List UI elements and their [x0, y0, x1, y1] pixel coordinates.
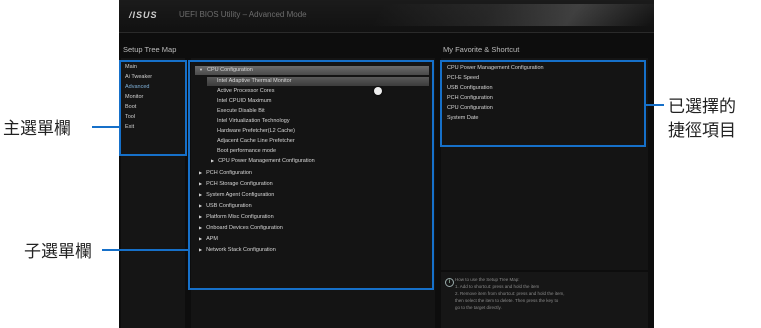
- setup-tree-map-label: Setup Tree Map: [123, 45, 177, 54]
- hint-line: 2. Remove item from shortcut: press and …: [455, 291, 565, 296]
- submenu-callout-label: 子選單欄: [24, 242, 92, 262]
- header-bar: /ISUS UEFI BIOS Utility – Advanced Mode: [119, 0, 654, 33]
- main-menu-callout-box: [119, 60, 187, 156]
- favorites-callout-box: [440, 60, 646, 147]
- favorites-label: My Favorite & Shortcut: [443, 45, 520, 54]
- favorites-callout-label-1: 已選擇的: [668, 97, 736, 117]
- app-title: UEFI BIOS Utility – Advanced Mode: [179, 10, 307, 19]
- info-icon: i: [445, 278, 454, 287]
- hint-line: 1. Add to shortcut: press and hold the i…: [455, 284, 540, 289]
- asus-logo: /ISUS: [129, 10, 158, 20]
- hint-line: How to use the Setup Tree Map:: [455, 277, 520, 282]
- main-menu-callout-line: [92, 126, 119, 128]
- favorites-callout-line: [646, 104, 664, 106]
- submenu-callout-box: [188, 60, 434, 290]
- hint-line: then select the item to delete. Then pre…: [455, 298, 559, 303]
- favorites-callout-label-2: 捷徑項目: [668, 121, 736, 141]
- header-decoration: [373, 4, 654, 26]
- hint-line: go to the target directly.: [455, 305, 502, 310]
- submenu-callout-line: [102, 249, 188, 251]
- main-menu-callout-label: 主選單欄: [3, 119, 71, 139]
